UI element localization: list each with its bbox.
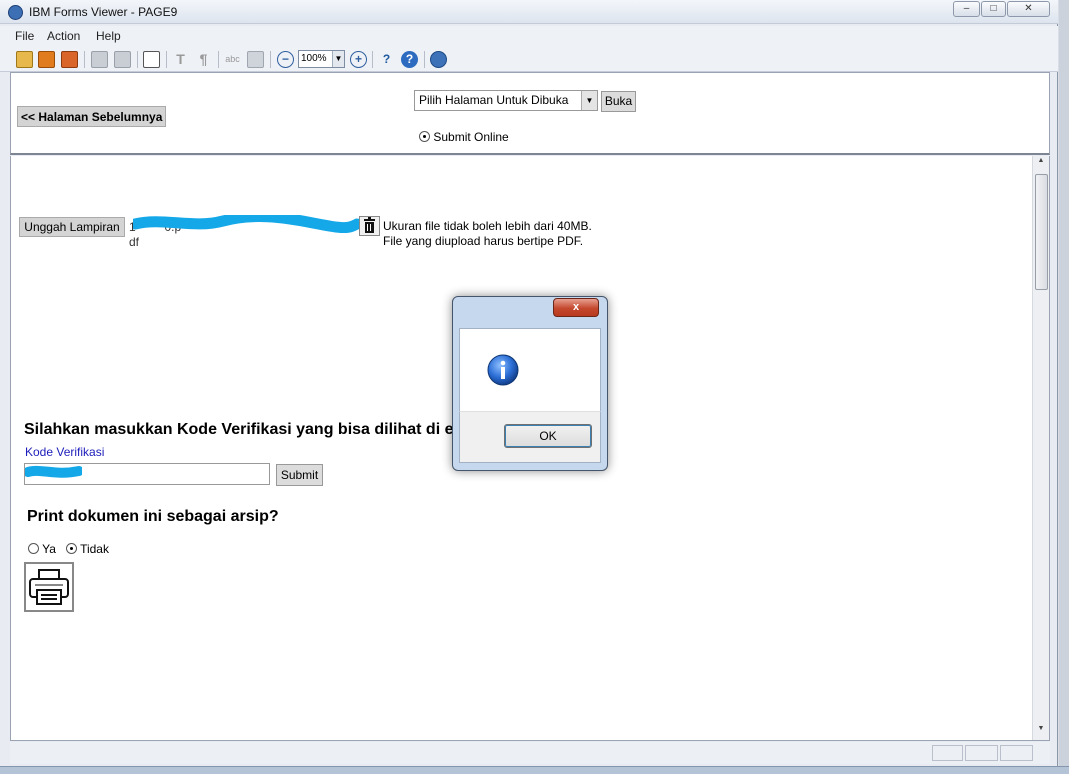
upload-instructions: Ukuran file tidak boleh lebih dari 40MB.… [383, 219, 592, 249]
zoom-value: 100% [301, 53, 327, 64]
menu-action[interactable]: Action [47, 29, 80, 43]
status-bar [10, 742, 1050, 764]
submit-online-label: Submit Online [433, 130, 509, 144]
paragraph-icon[interactable]: ¶ [195, 51, 212, 68]
print-preview-icon[interactable] [114, 51, 131, 68]
print-yes-label: Ya [42, 542, 56, 556]
upload-size-note: Ukuran file tidak boleh lebih dari 40MB. [383, 219, 592, 233]
print-yes-radio[interactable] [28, 543, 39, 554]
submit-form-icon[interactable] [430, 51, 447, 68]
print-archive-heading: Print dokumen ini sebagai arsip? [27, 508, 279, 525]
page-select[interactable]: Pilih Halaman Untuk Dibuka ▼ [414, 90, 598, 111]
print-no-label: Tidak [80, 542, 109, 556]
title-bar: IBM Forms Viewer - PAGE9 – □ ✕ [0, 0, 1058, 24]
menu-file[interactable]: File [15, 29, 34, 43]
text-format-icon[interactable]: T [172, 51, 189, 68]
ok-button[interactable]: OK [504, 424, 592, 448]
zoom-in-icon[interactable]: + [350, 51, 367, 68]
close-window-button[interactable]: ✕ [1007, 1, 1050, 17]
scroll-up-icon[interactable]: ▲ [1033, 157, 1049, 171]
maximize-button[interactable]: □ [981, 1, 1006, 17]
chevron-down-icon: ▼ [581, 91, 597, 110]
chevron-down-icon: ▼ [332, 51, 344, 67]
zoom-select[interactable]: 100% ▼ [298, 50, 345, 68]
page-select-value: Pilih Halaman Untuk Dibuka [419, 93, 569, 107]
vertical-scrollbar[interactable]: ▲ ▼ [1032, 156, 1049, 740]
redaction-scribble [133, 215, 359, 233]
upload-attachment-button[interactable]: Unggah Lampiran [19, 217, 125, 237]
zoom-out-icon[interactable]: − [277, 51, 294, 68]
info-icon [487, 354, 519, 386]
menu-bar: File Action Help [0, 26, 1058, 47]
print-button[interactable] [24, 562, 74, 612]
submit-online-option[interactable]: Submit Online [419, 130, 509, 144]
save-as-icon[interactable] [61, 51, 78, 68]
open-page-button[interactable]: Buka [601, 91, 636, 112]
form-fields-icon[interactable] [143, 51, 160, 68]
print-icon[interactable] [91, 51, 108, 68]
window-title: IBM Forms Viewer - PAGE9 [29, 5, 178, 19]
dialog-body [459, 328, 601, 411]
verification-submit-button[interactable]: Submit [276, 464, 323, 486]
save-icon[interactable] [38, 51, 55, 68]
ibm-forms-icon [8, 5, 23, 20]
navigation-panel: << Halaman Sebelumnya Pilih Halaman Untu… [10, 72, 1050, 155]
print-no-radio[interactable] [65, 543, 77, 554]
print-options: Ya Tidak [28, 542, 109, 556]
info-dialog: x OK [452, 296, 608, 471]
menu-help[interactable]: Help [96, 29, 121, 43]
help-icon[interactable]: ? [401, 51, 418, 68]
upload-type-note: File yang diupload harus bertipe PDF. [383, 234, 584, 248]
taskbar [0, 766, 1069, 774]
dialog-close-button[interactable]: x [553, 298, 599, 317]
submit-online-radio[interactable] [419, 131, 430, 142]
signature-icon[interactable] [247, 51, 264, 68]
verification-code-label: Kode Verifikasi [25, 445, 105, 459]
file-name-line2: df [129, 235, 140, 249]
dialog-footer: OK [459, 411, 601, 463]
spellcheck-icon[interactable]: abc [224, 51, 241, 68]
open-folder-icon[interactable] [16, 51, 33, 68]
whats-this-help-icon[interactable]: ? [378, 51, 395, 68]
app-window: IBM Forms Viewer - PAGE9 – □ ✕ File Acti… [0, 0, 1058, 766]
printer-icon [29, 569, 69, 605]
desktop-edge [1059, 0, 1069, 766]
previous-page-button[interactable]: << Halaman Sebelumnya [17, 106, 167, 127]
scroll-down-icon[interactable]: ▼ [1033, 725, 1049, 739]
verification-heading: Silahkan masukkan Kode Verifikasi yang b… [24, 421, 454, 438]
redaction-scribble [25, 465, 82, 478]
scrollbar-thumb[interactable] [1035, 174, 1048, 290]
trash-icon [364, 217, 375, 233]
delete-attachment-button[interactable] [359, 216, 380, 236]
toolbar: T ¶ abc − 100% ▼ + ? ? [0, 47, 1058, 72]
minimize-button[interactable]: – [953, 1, 980, 17]
